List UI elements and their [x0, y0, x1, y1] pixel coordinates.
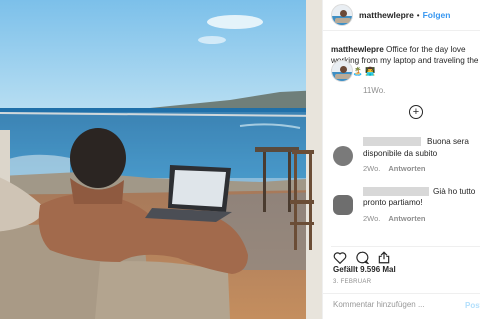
like-count[interactable]: Gefällt 9.596 Mal: [333, 265, 396, 274]
comment-icon[interactable]: [355, 251, 369, 264]
action-bar: [331, 246, 480, 264]
comment-meta: 2Wo. Antworten: [363, 164, 425, 173]
comment-text-line2: pronto partiamo!: [363, 198, 423, 207]
post-sidebar: matthewlepre • Folgen matthewlepre Offic…: [322, 0, 480, 319]
post-photo[interactable]: [0, 0, 322, 319]
comment-text-line1: Già ho tutto: [433, 187, 476, 196]
follow-button[interactable]: Folgen: [423, 10, 451, 20]
comment-time: 2Wo.: [363, 164, 381, 173]
comment-meta: 2Wo. Antworten: [363, 214, 425, 223]
share-icon[interactable]: [377, 251, 391, 264]
plus-circle-icon[interactable]: +: [409, 105, 423, 119]
comment-time: 2Wo.: [363, 214, 381, 223]
post-caption: matthewlepre Office for the day love wor…: [331, 44, 479, 77]
commenter-avatar[interactable]: [333, 146, 353, 166]
caption-avatar[interactable]: [331, 60, 353, 82]
photo-illustration: [0, 0, 322, 319]
user-avatar[interactable]: [331, 4, 353, 26]
caption-time: 11Wo.: [363, 86, 386, 95]
caption-text: matthewlepre Office for the day love wor…: [331, 44, 479, 77]
header-username[interactable]: matthewlepre: [359, 10, 414, 20]
comment-item: Già ho tutto pronto partiamo! 2Wo. Antwor…: [331, 186, 480, 226]
post-button[interactable]: Posten: [465, 301, 480, 310]
blurred-username: [363, 187, 429, 196]
blurred-username: [363, 137, 421, 146]
comment-input[interactable]: [333, 300, 453, 309]
comment-text-line1: Buona sera: [427, 137, 469, 146]
comment-text-line2: disponibile da subito: [363, 149, 438, 158]
post-date: 3. FEBRUAR: [333, 279, 372, 285]
reply-button[interactable]: Antworten: [388, 164, 425, 173]
comment-item: Buona sera disponibile da subito 2Wo. Ant…: [331, 136, 480, 176]
reply-button[interactable]: Antworten: [388, 214, 425, 223]
commenter-avatar[interactable]: [333, 195, 353, 215]
post-header: matthewlepre • Folgen: [323, 0, 480, 31]
caption-username[interactable]: matthewlepre: [331, 45, 384, 54]
separator-dot: •: [416, 10, 420, 20]
add-comment-bar: Posten: [323, 293, 480, 319]
heart-icon[interactable]: [333, 251, 347, 264]
